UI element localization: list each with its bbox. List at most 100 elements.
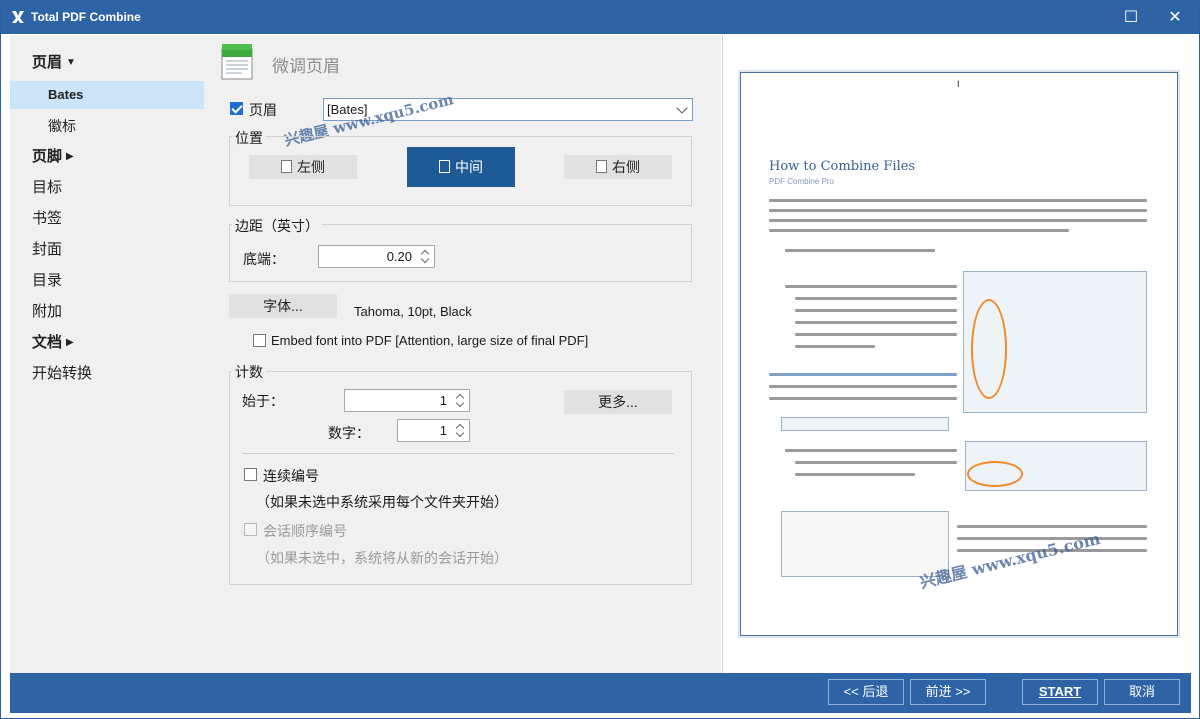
session-numbering-label: 会话顺序编号 [263, 523, 347, 539]
spin-down-icon[interactable] [455, 428, 465, 438]
align-left-icon [281, 160, 292, 173]
title-bar: Total PDF Combine ☐ ✕ [1, 1, 1199, 34]
position-left-label: 左侧 [297, 159, 325, 175]
preview-text-line [795, 321, 957, 324]
start-at-spinner[interactable]: 1 [344, 389, 470, 412]
preview-text-line [795, 345, 875, 348]
preview-text-line [769, 373, 957, 376]
close-button[interactable]: ✕ [1155, 4, 1195, 31]
chevron-down-icon [676, 102, 688, 114]
session-numbering-checkbox[interactable] [244, 523, 257, 536]
preview-text-line [769, 397, 957, 400]
preview-text-line [795, 309, 957, 312]
back-button[interactable]: << 后退 [828, 679, 904, 705]
start-button[interactable]: START [1022, 679, 1098, 705]
footer-bar: << 后退 前进 >> START 取消 [10, 673, 1191, 713]
sidebar-item-label: 徽标 [48, 118, 76, 134]
font-button[interactable]: 字体... [229, 294, 337, 318]
continuous-numbering-checkbox[interactable] [244, 468, 257, 481]
sidebar-item-label: 书签 [32, 210, 63, 227]
preview-text-line [769, 385, 957, 388]
sidebar-item-label: 附加 [32, 303, 63, 320]
window-title: Total PDF Combine [31, 10, 141, 24]
bottom-margin-spinner[interactable]: 0.20 [318, 245, 435, 268]
spin-down-icon[interactable] [455, 398, 465, 408]
position-right-button[interactable]: 右侧 [564, 155, 672, 179]
caret-right-icon: ▶ [66, 337, 74, 349]
sidebar-item-append[interactable]: 附加 [10, 298, 204, 326]
caret-down-icon: ▼ [66, 57, 76, 69]
preview-text-line [795, 297, 957, 300]
app-window: Total PDF Combine ☐ ✕ 页眉 ▼ Bates 徽标 页脚 ▶ 目… [0, 0, 1200, 719]
sidebar-item-label: 页眉 [32, 54, 63, 71]
header-checkbox[interactable] [230, 102, 243, 115]
align-center-icon [439, 160, 450, 173]
continuous-numbering-label: 连续编号 [263, 468, 319, 484]
preview-highlight-oval [971, 299, 1007, 399]
preview-text-line [769, 229, 1069, 232]
sidebar-item-bookmarks[interactable]: 书签 [10, 205, 204, 233]
font-value: Tahoma, 10pt, Black [354, 304, 472, 319]
preview-toolbar-screenshot [781, 417, 949, 431]
more-button[interactable]: 更多... [564, 390, 672, 414]
position-legend: 位置 [232, 128, 266, 148]
preview-text-line [795, 333, 957, 336]
sidebar-item-label: 页脚 [32, 148, 63, 165]
preview-text-line [785, 285, 957, 288]
embed-font-label: Embed font into PDF [Attention, large si… [271, 333, 589, 348]
sidebar-item-logo[interactable]: 徽标 [10, 112, 204, 140]
preview-text-line [785, 249, 935, 252]
margin-legend: 边距（英寸） [232, 216, 322, 236]
app-logo-icon [12, 11, 24, 23]
digits-value: 1 [439, 423, 447, 438]
maximize-button[interactable]: ☐ [1111, 4, 1151, 31]
preview-header-mark: I [957, 79, 960, 89]
document-header-icon [221, 44, 253, 80]
counter-divider [242, 453, 674, 454]
sidebar-item-label: 封面 [32, 241, 63, 258]
preview-page: I How to Combine Files PDF Combine Pro 兴… [740, 72, 1178, 636]
sidebar-item-document[interactable]: 文档 ▶ [10, 329, 204, 357]
preview-text-line [957, 525, 1147, 528]
sidebar-item-target[interactable]: 目标 [10, 174, 204, 202]
sidebar-item-start-convert[interactable]: 开始转换 [10, 360, 204, 388]
preview-text-line [785, 449, 957, 452]
position-right-label: 右侧 [612, 159, 640, 175]
settings-panel: 微调页眉 页眉 [Bates] 兴趣屋 www.xqu5.com 位置 左侧 中… [204, 35, 721, 673]
preview-text-line [795, 473, 915, 476]
start-at-label: 始于： [242, 393, 284, 409]
preview-text-line [769, 219, 1147, 222]
preview-subheading: PDF Combine Pro [769, 177, 834, 186]
preview-text-line [795, 461, 957, 464]
sidebar-item-label: 文档 [32, 334, 63, 351]
bottom-margin-value: 0.20 [386, 249, 412, 264]
preview-highlight-oval [967, 461, 1023, 487]
sidebar-item-bates[interactable]: Bates [10, 81, 204, 109]
preview-text-line [769, 209, 1147, 212]
sidebar-item-label: 目标 [32, 179, 63, 196]
sidebar-item-label: 目录 [32, 272, 63, 289]
spin-down-icon[interactable] [420, 254, 430, 264]
header-checkbox-label: 页眉 [249, 102, 277, 118]
caret-right-icon: ▶ [66, 151, 74, 163]
sidebar-item-footer[interactable]: 页脚 ▶ [10, 143, 204, 171]
session-numbering-note: （如果未选中，系统将从新的会话开始） [256, 550, 508, 566]
cancel-button[interactable]: 取消 [1104, 679, 1180, 705]
position-center-label: 中间 [455, 159, 483, 175]
continuous-numbering-note: （如果未选中系统采用每个文件夹开始） [256, 494, 508, 510]
digits-spinner[interactable]: 1 [397, 419, 470, 442]
preview-text-line [769, 199, 1147, 202]
align-right-icon [596, 160, 607, 173]
next-button[interactable]: 前进 >> [910, 679, 986, 705]
sidebar-item-cover[interactable]: 封面 [10, 236, 204, 264]
counter-legend: 计数 [232, 362, 266, 382]
embed-font-checkbox[interactable] [253, 334, 266, 347]
position-left-button[interactable]: 左侧 [249, 155, 357, 179]
position-center-button[interactable]: 中间 [407, 147, 515, 187]
preview-panel: I How to Combine Files PDF Combine Pro 兴… [722, 35, 1199, 673]
sidebar: 页眉 ▼ Bates 徽标 页脚 ▶ 目标 书签 封面 目录 附加 文档 ▶ 开始转换 [10, 35, 204, 673]
start-at-value: 1 [439, 393, 447, 408]
preview-heading: How to Combine Files [769, 159, 916, 174]
sidebar-item-toc[interactable]: 目录 [10, 267, 204, 295]
sidebar-item-header[interactable]: 页眉 ▼ [10, 49, 204, 77]
